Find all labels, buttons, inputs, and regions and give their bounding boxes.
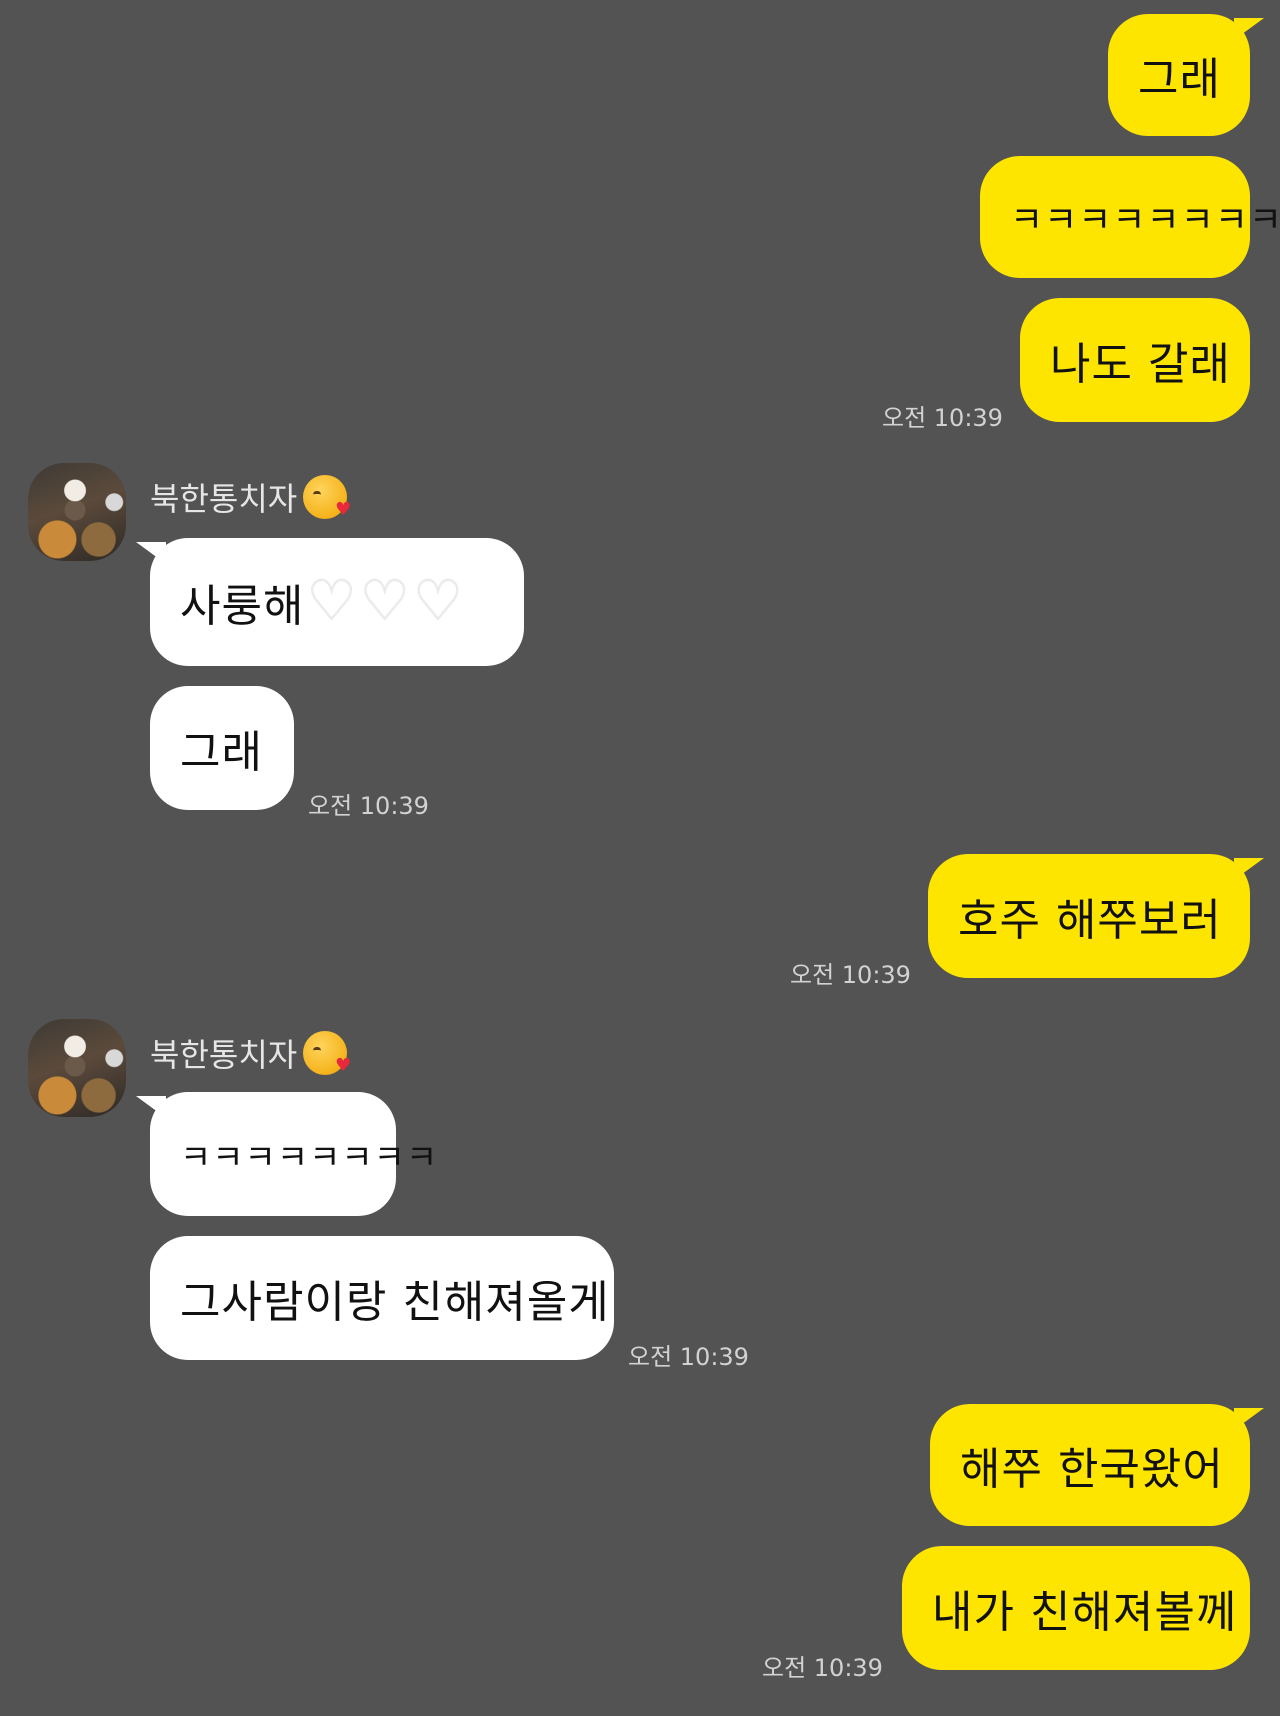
message-text: ㅋㅋㅋㅋㅋㅋㅋㅋ [180, 1137, 439, 1178]
their-message-bubble[interactable]: 사룽해 ♡ ♡ ♡ [136, 538, 524, 666]
kissing-face-emoji-icon [303, 475, 351, 519]
message-text: ㅋㅋㅋㅋㅋㅋㅋㅋㅋ [1010, 200, 1280, 241]
sender-name-row: 북한통치자 [150, 1030, 351, 1076]
message-text: 나도 갈래 [1050, 339, 1231, 390]
my-message-bubble[interactable]: 해쭈 한국왔어 [930, 1404, 1264, 1526]
sender-name: 북한통치자 [150, 1036, 298, 1074]
message-text: 그사람이랑 친해져올게 [180, 1277, 610, 1328]
their-message-bubble[interactable]: ㅋㅋㅋㅋㅋㅋㅋㅋ [136, 1092, 437, 1216]
white-heart-icon: ♡ [306, 569, 358, 634]
my-message-bubble[interactable]: 그래 [1108, 14, 1264, 136]
my-message-bubble[interactable]: 나도 갈래 [1020, 298, 1250, 422]
message-timestamp: 오전 10:39 [882, 404, 1003, 432]
message-text: 내가 친해져볼께 [932, 1587, 1238, 1638]
message-text: 사룽해 [180, 581, 305, 632]
chat-area[interactable]: 그래 ㅋㅋㅋㅋㅋㅋㅋㅋㅋ 나도 갈래 오전 10:39 북한통치자 사룽해 ♡ … [0, 0, 1280, 1716]
white-heart-icon: ♡ [359, 569, 411, 634]
kissing-face-emoji-icon [303, 1031, 351, 1075]
message-timestamp: 오전 10:39 [628, 1343, 749, 1371]
white-heart-icon: ♡ [412, 569, 465, 634]
sender-name: 북한통치자 [150, 480, 298, 518]
message-timestamp: 오전 10:39 [762, 1654, 883, 1682]
my-message-bubble[interactable]: ㅋㅋㅋㅋㅋㅋㅋㅋㅋ [980, 156, 1280, 278]
message-text: 그래 [180, 727, 263, 778]
message-text: 그래 [1138, 54, 1221, 105]
their-message-bubble[interactable]: 그래 [150, 686, 294, 810]
sender-name-row: 북한통치자 [150, 474, 351, 520]
message-text: 해쭈 한국왔어 [960, 1444, 1224, 1495]
their-message-bubble[interactable]: 그사람이랑 친해져올게 [150, 1236, 614, 1360]
message-timestamp: 오전 10:39 [308, 792, 429, 820]
message-text: 호주 해쭈보러 [958, 895, 1222, 946]
contact-avatar[interactable] [28, 463, 126, 561]
my-message-bubble[interactable]: 내가 친해져볼께 [902, 1546, 1250, 1670]
contact-avatar[interactable] [28, 1019, 126, 1117]
message-timestamp: 오전 10:39 [790, 961, 911, 989]
my-message-bubble[interactable]: 호주 해쭈보러 [928, 854, 1264, 978]
